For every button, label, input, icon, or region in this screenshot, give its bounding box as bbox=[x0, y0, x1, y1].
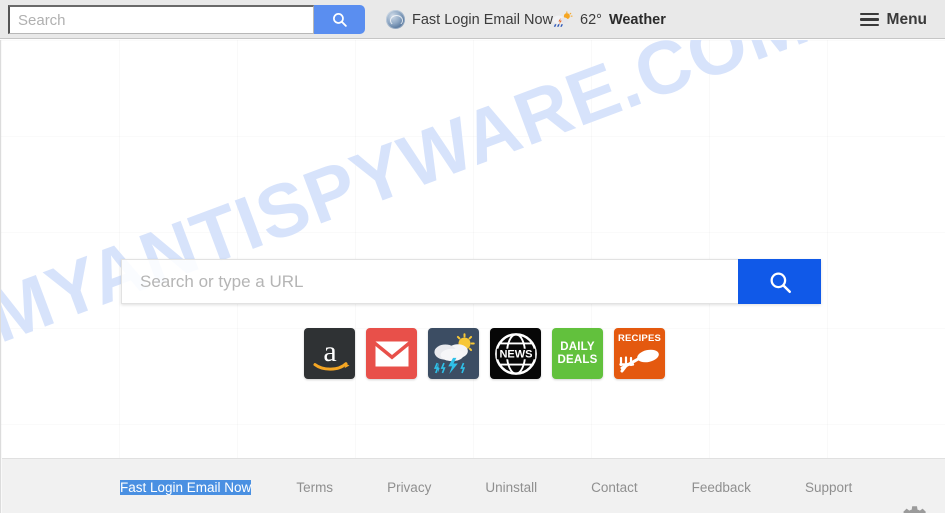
hamburger-menu-icon bbox=[859, 12, 879, 27]
extension-toolbar: Fast Login Email Now 62° bbox=[0, 0, 945, 39]
shortcut-tile-weather[interactable] bbox=[428, 328, 479, 379]
site-watermark: MYANTISPYWARE.COM bbox=[0, 40, 820, 359]
new-tab-content: MYANTISPYWARE.COM a bbox=[0, 40, 945, 513]
footer-link-privacy[interactable]: Privacy bbox=[387, 480, 431, 495]
shortcut-tile-gmail[interactable] bbox=[366, 328, 417, 379]
main-search-input[interactable] bbox=[121, 259, 738, 304]
browser-page: Fast Login Email Now 62° bbox=[0, 0, 945, 513]
weather-label: Weather bbox=[608, 11, 666, 28]
shortcut-tile-daily-deals[interactable]: DAILY DEALS bbox=[552, 328, 603, 379]
shortcut-tile-amazon[interactable]: a bbox=[304, 328, 355, 379]
toolbar-weather[interactable]: 62° Weather bbox=[551, 0, 666, 39]
shortcut-tiles: a NEWS DAILY DEALS RECIPES bbox=[304, 328, 665, 379]
toolbar-search-input[interactable] bbox=[8, 5, 314, 34]
toolbar-search-button[interactable] bbox=[314, 5, 365, 34]
gear-icon bbox=[903, 506, 926, 513]
footer-link-feedback[interactable]: Feedback bbox=[692, 480, 751, 495]
recipes-icon bbox=[619, 349, 659, 373]
footer-link-contact[interactable]: Contact bbox=[591, 480, 638, 495]
weather-temperature: 62° bbox=[580, 11, 602, 28]
toolbar-menu-label: Menu bbox=[886, 10, 927, 28]
recipes-label: RECIPES bbox=[617, 333, 662, 344]
toolbar-menu-button[interactable]: Menu bbox=[859, 0, 927, 39]
partly-cloudy-rain-icon bbox=[552, 10, 573, 27]
deals-label-line2: DEALS bbox=[557, 353, 598, 366]
deals-label-line1: DAILY bbox=[560, 341, 595, 354]
footer-settings-button[interactable] bbox=[900, 504, 932, 513]
weather-storm-icon bbox=[433, 332, 475, 374]
brand-globe-icon bbox=[386, 10, 405, 29]
gmail-envelope-icon bbox=[375, 341, 408, 366]
toolbar-search-group bbox=[8, 5, 365, 34]
page-footer: Fast Login Email Now Terms Privacy Unins… bbox=[2, 458, 945, 513]
news-tile-label: NEWS bbox=[499, 348, 532, 360]
footer-link-brand[interactable]: Fast Login Email Now bbox=[120, 480, 252, 495]
shortcut-tile-recipes[interactable]: RECIPES bbox=[614, 328, 665, 379]
footer-link-list: Fast Login Email Now Terms Privacy Unins… bbox=[2, 480, 852, 495]
shortcut-tile-news[interactable]: NEWS bbox=[490, 328, 541, 379]
news-globe-icon: NEWS bbox=[494, 332, 537, 375]
search-icon bbox=[333, 13, 347, 27]
footer-link-uninstall[interactable]: Uninstall bbox=[485, 480, 537, 495]
footer-link-support[interactable]: Support bbox=[805, 480, 852, 495]
amazon-icon: a bbox=[312, 334, 349, 371]
main-search-group bbox=[121, 259, 821, 304]
search-icon bbox=[770, 272, 791, 293]
footer-link-terms[interactable]: Terms bbox=[296, 480, 333, 495]
daily-deals-icon: DAILY DEALS bbox=[558, 341, 598, 366]
main-search-button[interactable] bbox=[738, 259, 821, 304]
toolbar-brand[interactable]: Fast Login Email Now bbox=[386, 0, 553, 39]
toolbar-brand-label: Fast Login Email Now bbox=[412, 11, 554, 28]
svg-text:a: a bbox=[323, 334, 336, 368]
